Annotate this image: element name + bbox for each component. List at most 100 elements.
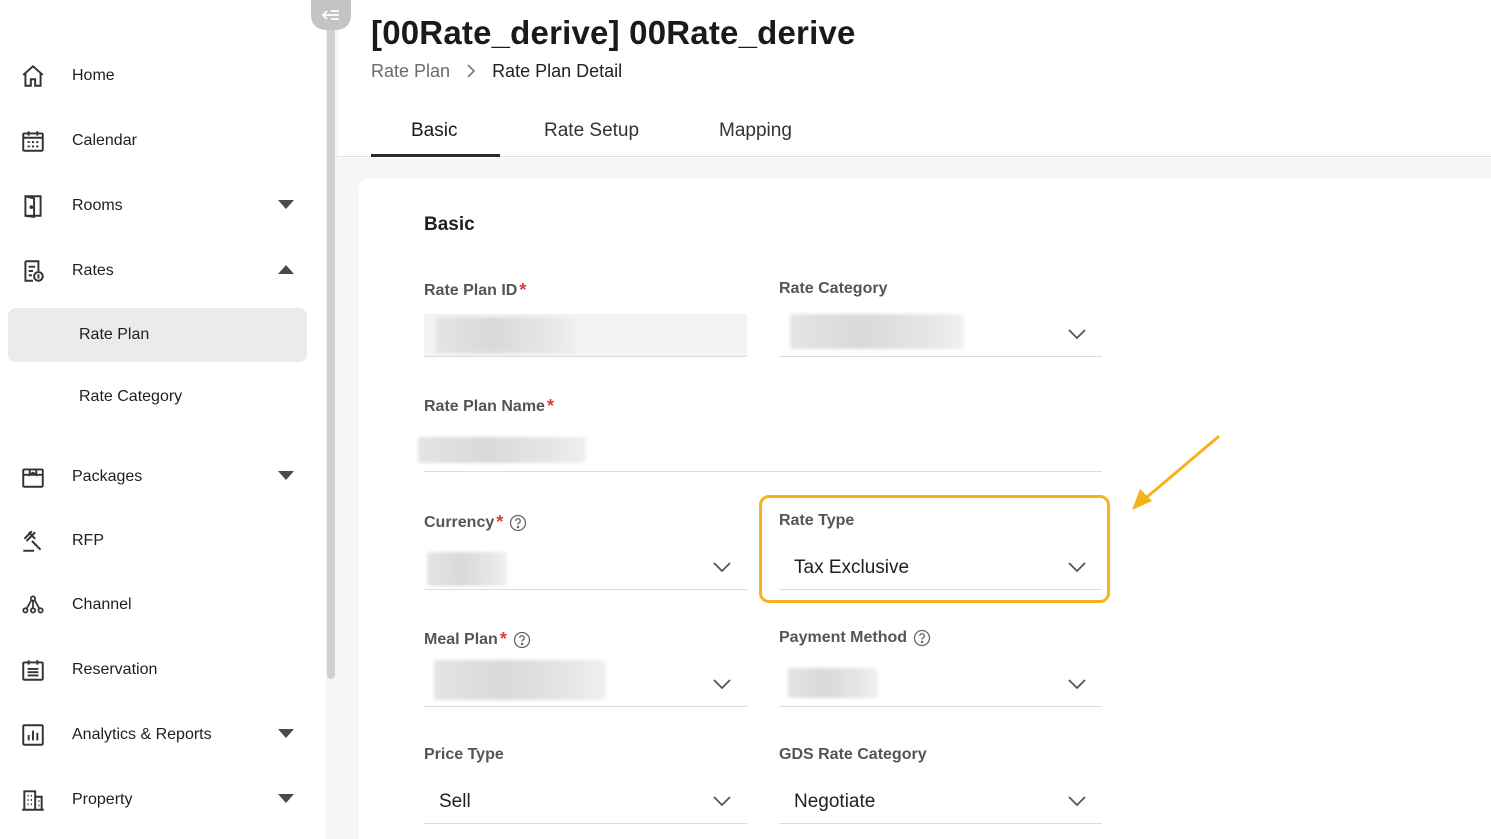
required-asterisk: *: [519, 280, 527, 300]
calendar-icon: [20, 127, 56, 155]
chevron-down-icon: [713, 562, 731, 573]
breadcrumb-rate-plan-link[interactable]: Rate Plan: [371, 61, 450, 82]
required-asterisk: *: [496, 512, 504, 532]
rate-plan-id-label: Rate Plan ID *: [424, 280, 526, 301]
page-title: [00Rate_derive] 00Rate_derive: [371, 14, 856, 51]
sidebar-item-label: Reservation: [72, 661, 158, 678]
package-icon: [20, 463, 56, 491]
door-icon: [20, 192, 56, 220]
tab-rate-setup[interactable]: Rate Setup: [544, 120, 639, 142]
sidebar-item-home[interactable]: Home: [20, 56, 310, 96]
active-tab-indicator: [371, 154, 500, 157]
rate-type-label: Rate Type: [779, 512, 854, 530]
sidebar-item-packages[interactable]: Packages: [20, 457, 310, 497]
sidebar-item-label: Rooms: [72, 197, 123, 214]
sidebar-item-label: Channel: [72, 596, 132, 613]
sidebar-item-label: Home: [72, 67, 115, 84]
meal-plan-select[interactable]: [424, 660, 747, 707]
breadcrumb: Rate Plan Rate Plan Detail: [371, 60, 622, 82]
sidebar-item-analytics[interactable]: Analytics & Reports: [20, 715, 310, 755]
sidebar-item-label: Packages: [72, 468, 143, 485]
help-circle-icon[interactable]: [513, 631, 531, 649]
chevron-down-icon: [713, 796, 731, 807]
sidebar-item-calendar[interactable]: Calendar: [20, 121, 310, 161]
sidebar-subitem-rate-category[interactable]: Rate Category: [8, 370, 307, 424]
help-circle-icon[interactable]: [913, 629, 931, 647]
tab-basic[interactable]: Basic: [411, 120, 457, 142]
currency-label-text: Currency: [424, 513, 495, 531]
chevron-down-icon: [278, 200, 294, 209]
sidebar: Home Calendar Rooms Rates Rate Plan Rate…: [0, 0, 326, 839]
meal-plan-label: Meal Plan *: [424, 629, 531, 650]
sidebar-subitem-label: Rate Plan: [79, 326, 150, 343]
sidebar-item-label: Analytics & Reports: [72, 726, 212, 743]
gds-rate-category-label-text: GDS Rate Category: [779, 746, 927, 763]
rate-plan-name-label: Rate Plan Name *: [424, 396, 554, 417]
price-type-select[interactable]: Sell: [424, 781, 747, 824]
gds-rate-category-label: GDS Rate Category: [779, 746, 927, 764]
sidebar-scrollbar-thumb[interactable]: [327, 24, 335, 679]
gds-rate-category-select[interactable]: Negotiate: [779, 781, 1102, 824]
chevron-down-icon: [1068, 329, 1086, 340]
sidebar-item-reservation[interactable]: Reservation: [20, 650, 310, 690]
tab-bar: Basic Rate Setup Mapping: [338, 110, 1491, 157]
reservation-list-icon: [20, 656, 56, 684]
required-asterisk: *: [546, 396, 554, 416]
rate-type-select[interactable]: Tax Exclusive: [779, 547, 1102, 590]
rate-plan-name-input[interactable]: [418, 429, 1102, 472]
sidebar-item-rfp[interactable]: RFP: [20, 521, 310, 561]
required-asterisk: *: [499, 629, 507, 649]
currency-select[interactable]: [424, 547, 747, 590]
breadcrumb-current: Rate Plan Detail: [492, 60, 623, 81]
chevron-down-icon: [278, 794, 294, 803]
gds-rate-category-value: Negotiate: [794, 791, 876, 812]
rate-category-label: Rate Category: [779, 280, 887, 298]
price-type-label: Price Type: [424, 746, 504, 764]
building-icon: [20, 786, 56, 814]
gavel-icon: [20, 527, 56, 555]
rate-plan-id-field: [424, 314, 747, 357]
price-type-label-text: Price Type: [424, 746, 504, 763]
chevron-up-icon: [278, 265, 294, 274]
redacted-value: [418, 437, 586, 463]
sidebar-item-channel[interactable]: Channel: [20, 585, 310, 625]
rate-plan-name-label-text: Rate Plan Name: [424, 397, 545, 415]
payment-method-label-text: Payment Method: [779, 629, 908, 646]
sidebar-item-property[interactable]: Property: [20, 780, 310, 820]
chevron-down-icon: [1068, 562, 1086, 573]
sidebar-item-rooms[interactable]: Rooms: [20, 186, 310, 226]
sidebar-item-label: Calendar: [72, 132, 137, 149]
rate-type-value: Tax Exclusive: [794, 557, 910, 578]
redacted-value: [427, 552, 507, 586]
redacted-value: [436, 317, 576, 353]
rate-plan-id-label-text: Rate Plan ID: [424, 281, 518, 299]
sidebar-subitem-label: Rate Category: [79, 388, 183, 405]
channel-network-icon: [20, 591, 56, 619]
chevron-down-icon: [1068, 796, 1086, 807]
sidebar-item-label: Property: [72, 791, 133, 808]
chevron-right-icon: [466, 64, 476, 78]
redacted-value: [434, 660, 606, 700]
collapse-sidebar-button[interactable]: [311, 0, 351, 30]
section-title: Basic: [424, 214, 475, 235]
price-type-value: Sell: [439, 791, 471, 812]
analytics-chart-icon: [20, 721, 56, 749]
redacted-value: [788, 668, 878, 698]
sidebar-item-rates[interactable]: Rates: [20, 251, 310, 291]
rate-type-label-text: Rate Type: [779, 512, 855, 529]
collapse-arrow-icon: [322, 10, 339, 20]
chevron-down-icon: [278, 471, 294, 480]
rate-category-select[interactable]: [779, 314, 1102, 357]
help-circle-icon[interactable]: [509, 514, 527, 532]
rate-category-label-text: Rate Category: [779, 280, 888, 297]
tab-mapping[interactable]: Mapping: [719, 120, 792, 142]
form-card: [359, 178, 1491, 839]
payment-method-select[interactable]: [779, 664, 1102, 707]
redacted-value: [790, 314, 964, 349]
sidebar-subitem-rate-plan[interactable]: Rate Plan: [8, 308, 307, 362]
sidebar-item-label: RFP: [72, 532, 104, 549]
meal-plan-label-text: Meal Plan: [424, 630, 498, 648]
payment-method-label: Payment Method: [779, 629, 931, 647]
sidebar-item-label: Rates: [72, 262, 114, 279]
chevron-down-icon: [713, 679, 731, 690]
